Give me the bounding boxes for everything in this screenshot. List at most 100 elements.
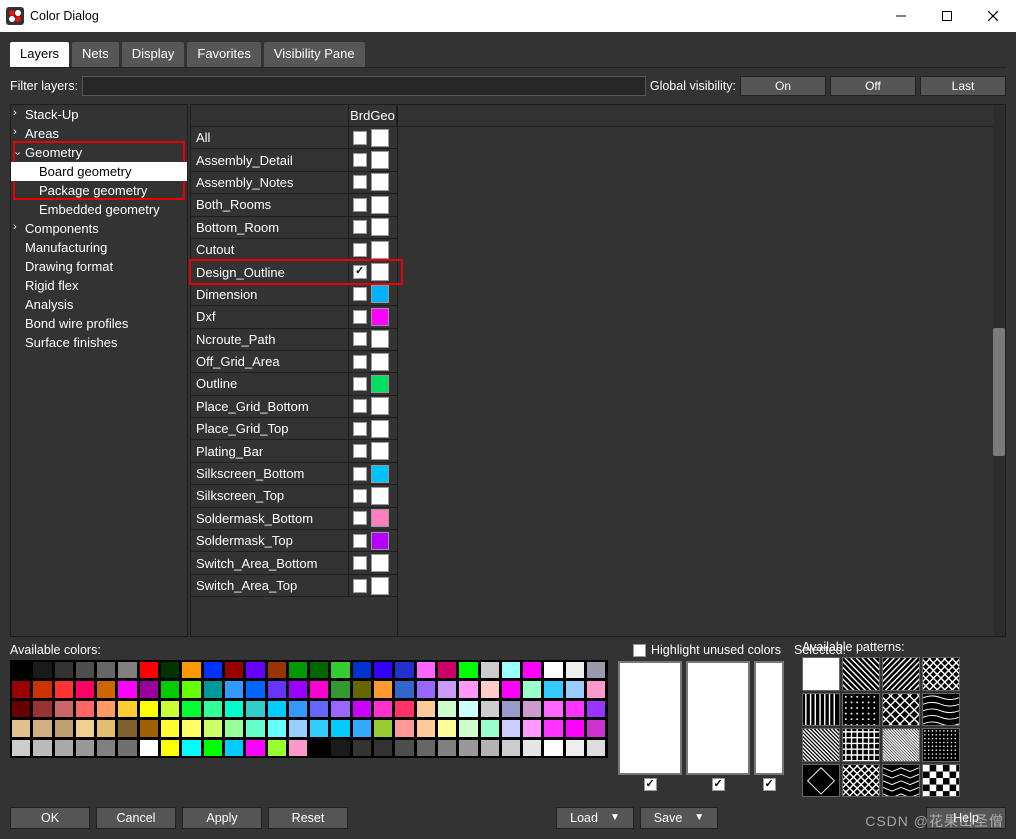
color-swatch[interactable] <box>371 442 389 460</box>
palette-color[interactable] <box>203 700 223 718</box>
palette-color[interactable] <box>394 700 414 718</box>
palette-color[interactable] <box>96 661 116 679</box>
palette-color[interactable] <box>139 700 159 718</box>
palette-color[interactable] <box>117 661 137 679</box>
palette-color[interactable] <box>288 739 308 757</box>
grid-row-brdgeo[interactable] <box>349 575 397 597</box>
grid-row-brdgeo[interactable] <box>349 485 397 507</box>
palette-color[interactable] <box>181 719 201 737</box>
grid-row-name[interactable]: Dxf <box>191 306 349 328</box>
palette-color[interactable] <box>245 661 265 679</box>
palette-color[interactable] <box>96 719 116 737</box>
ok-button[interactable]: OK <box>10 807 90 829</box>
visibility-checkbox[interactable] <box>353 243 367 257</box>
tree-item-manufacturing[interactable]: Manufacturing <box>11 238 187 257</box>
palette-color[interactable] <box>458 719 478 737</box>
palette-color[interactable] <box>458 661 478 679</box>
grid-row-brdgeo[interactable] <box>349 373 397 395</box>
grid-row-name[interactable]: Off_Grid_Area <box>191 351 349 373</box>
color-swatch[interactable] <box>371 263 389 281</box>
tab-nets[interactable]: Nets <box>72 42 119 67</box>
palette-color[interactable] <box>224 739 244 757</box>
grid-row-name[interactable]: Soldermask_Bottom <box>191 508 349 530</box>
palette-color[interactable] <box>54 700 74 718</box>
tree-item-analysis[interactable]: Analysis <box>11 295 187 314</box>
palette-color[interactable] <box>416 700 436 718</box>
visibility-checkbox[interactable] <box>353 467 367 481</box>
sel-chk-2[interactable] <box>712 778 725 791</box>
grid-row-name[interactable]: Switch_Area_Bottom <box>191 552 349 574</box>
palette-color[interactable] <box>543 661 563 679</box>
tree-item-components[interactable]: ›Components <box>11 219 187 238</box>
visibility-checkbox[interactable] <box>353 489 367 503</box>
palette-color[interactable] <box>586 680 606 698</box>
grid-row-name[interactable]: Silkscreen_Bottom <box>191 463 349 485</box>
palette-color[interactable] <box>181 700 201 718</box>
palette-color[interactable] <box>394 739 414 757</box>
palette-color[interactable] <box>394 719 414 737</box>
palette-color[interactable] <box>522 739 542 757</box>
palette-color[interactable] <box>75 680 95 698</box>
palette-color[interactable] <box>394 680 414 698</box>
selected-swatch-1[interactable] <box>618 661 682 775</box>
palette-color[interactable] <box>267 719 287 737</box>
visibility-checkbox[interactable] <box>353 355 367 369</box>
palette-color[interactable] <box>373 680 393 698</box>
tree-item-board-geometry[interactable]: Board geometry <box>11 162 187 181</box>
palette-color[interactable] <box>160 719 180 737</box>
palette-color[interactable] <box>522 661 542 679</box>
palette-color[interactable] <box>543 700 563 718</box>
visibility-checkbox[interactable] <box>353 534 367 548</box>
palette-color[interactable] <box>586 700 606 718</box>
palette-color[interactable] <box>330 700 350 718</box>
palette-color[interactable] <box>224 680 244 698</box>
pattern-diag1[interactable] <box>842 657 880 691</box>
visibility-checkbox[interactable] <box>353 131 367 145</box>
palette-color[interactable] <box>480 680 500 698</box>
palette-color[interactable] <box>309 680 329 698</box>
tree-item-surface-finishes[interactable]: Surface finishes <box>11 333 187 352</box>
palette-color[interactable] <box>352 700 372 718</box>
palette-color[interactable] <box>32 680 52 698</box>
visibility-checkbox[interactable] <box>353 422 367 436</box>
patterns-grid[interactable] <box>802 657 960 797</box>
palette-color[interactable] <box>32 739 52 757</box>
tab-visibility-pane[interactable]: Visibility Pane <box>264 42 365 67</box>
palette-color[interactable] <box>11 739 31 757</box>
palette-color[interactable] <box>352 661 372 679</box>
palette-color[interactable] <box>245 680 265 698</box>
color-swatch[interactable] <box>371 129 389 147</box>
grid-header-brdgeo[interactable]: BrdGeo <box>349 105 397 127</box>
grid-row-brdgeo[interactable] <box>349 418 397 440</box>
tree-pane[interactable]: ›Stack-Up›Areas⌄GeometryBoard geometryPa… <box>10 104 188 637</box>
selected-swatch-2[interactable] <box>686 661 750 775</box>
color-swatch[interactable] <box>371 532 389 550</box>
palette-color[interactable] <box>437 739 457 757</box>
palette-color[interactable] <box>330 719 350 737</box>
visibility-checkbox[interactable] <box>353 332 367 346</box>
palette-color[interactable] <box>437 719 457 737</box>
palette-color[interactable] <box>352 680 372 698</box>
palette-color[interactable] <box>32 700 52 718</box>
grid-row-brdgeo[interactable] <box>349 351 397 373</box>
palette-color[interactable] <box>309 719 329 737</box>
palette-color[interactable] <box>267 680 287 698</box>
reset-button[interactable]: Reset <box>268 807 348 829</box>
palette-color[interactable] <box>224 719 244 737</box>
palette-color[interactable] <box>373 661 393 679</box>
color-swatch[interactable] <box>371 509 389 527</box>
palette-color[interactable] <box>11 661 31 679</box>
color-swatch[interactable] <box>371 173 389 191</box>
palette-color[interactable] <box>75 661 95 679</box>
palette-color[interactable] <box>139 661 159 679</box>
tab-favorites[interactable]: Favorites <box>187 42 260 67</box>
palette-color[interactable] <box>267 661 287 679</box>
palette-color[interactable] <box>309 661 329 679</box>
visibility-checkbox[interactable] <box>353 220 367 234</box>
palette-color[interactable] <box>32 719 52 737</box>
tree-item-drawing-format[interactable]: Drawing format <box>11 257 187 276</box>
palette-color[interactable] <box>394 661 414 679</box>
palette-color[interactable] <box>437 700 457 718</box>
minimize-button[interactable] <box>878 0 924 32</box>
visibility-checkbox[interactable] <box>353 399 367 413</box>
